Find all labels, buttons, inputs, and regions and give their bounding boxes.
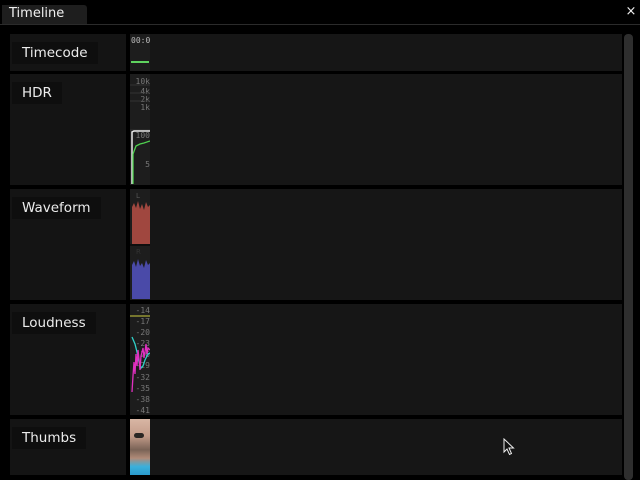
window-titlebar: Timeline × xyxy=(0,0,640,25)
hdr-max-line xyxy=(131,130,150,184)
track-label: Timecode xyxy=(12,42,98,64)
hdr-avg-line xyxy=(132,140,150,184)
track-header: Thumbs xyxy=(10,419,126,475)
timecode-bar xyxy=(131,61,149,63)
track-thumbs-content[interactable] xyxy=(130,419,622,475)
track-timecode: Timecode 00:0 xyxy=(10,34,622,71)
track-thumbs: Thumbs xyxy=(10,419,622,475)
loudness-graph xyxy=(130,315,150,393)
hdr-strip: 10k 4k 2k 1k 100 5 xyxy=(130,74,150,185)
waveform-graph xyxy=(130,201,150,299)
track-loudness: Loudness -14 -17 -20 -23 -26 -29 -32 -35… xyxy=(10,304,622,415)
timecode-strip: 00:0 xyxy=(130,34,150,71)
waveform-left-channel xyxy=(132,201,150,244)
vertical-scrollbar[interactable] xyxy=(624,34,633,480)
track-header: Waveform xyxy=(10,189,126,300)
tab-timeline-label: Timeline xyxy=(9,6,65,21)
loudness-strip: -14 -17 -20 -23 -26 -29 -32 -35 -38 -41 xyxy=(130,304,150,415)
track-header: Loudness xyxy=(10,304,126,415)
close-icon[interactable]: × xyxy=(624,5,638,19)
thumbnail-detail xyxy=(134,433,144,438)
track-waveform-content[interactable]: L R xyxy=(130,189,622,300)
timecode-text: 00:0 xyxy=(131,36,151,45)
track-timecode-content[interactable]: 00:0 xyxy=(130,34,622,71)
hdr-graph xyxy=(130,84,150,184)
track-hdr: HDR 10k 4k 2k 1k 100 5 xyxy=(10,74,622,185)
waveform-channel-label: R xyxy=(136,248,141,256)
tab-timeline[interactable]: Timeline xyxy=(2,5,87,24)
track-label: Thumbs xyxy=(12,427,87,449)
thumbnail-frame xyxy=(130,419,150,475)
mouse-pointer-icon xyxy=(503,438,515,456)
track-header: Timecode xyxy=(10,34,126,71)
track-header: HDR xyxy=(10,74,126,185)
track-label: HDR xyxy=(12,82,62,104)
track-waveform: Waveform L R xyxy=(10,189,622,300)
waveform-channel-label: L xyxy=(136,192,140,200)
track-label: Waveform xyxy=(12,197,101,219)
waveform-right-channel xyxy=(132,259,150,299)
waveform-strip: L R xyxy=(130,189,150,300)
track-loudness-content[interactable]: -14 -17 -20 -23 -26 -29 -32 -35 -38 -41 xyxy=(130,304,622,415)
track-hdr-content[interactable]: 10k 4k 2k 1k 100 5 xyxy=(130,74,622,185)
track-label: Loudness xyxy=(12,312,96,334)
